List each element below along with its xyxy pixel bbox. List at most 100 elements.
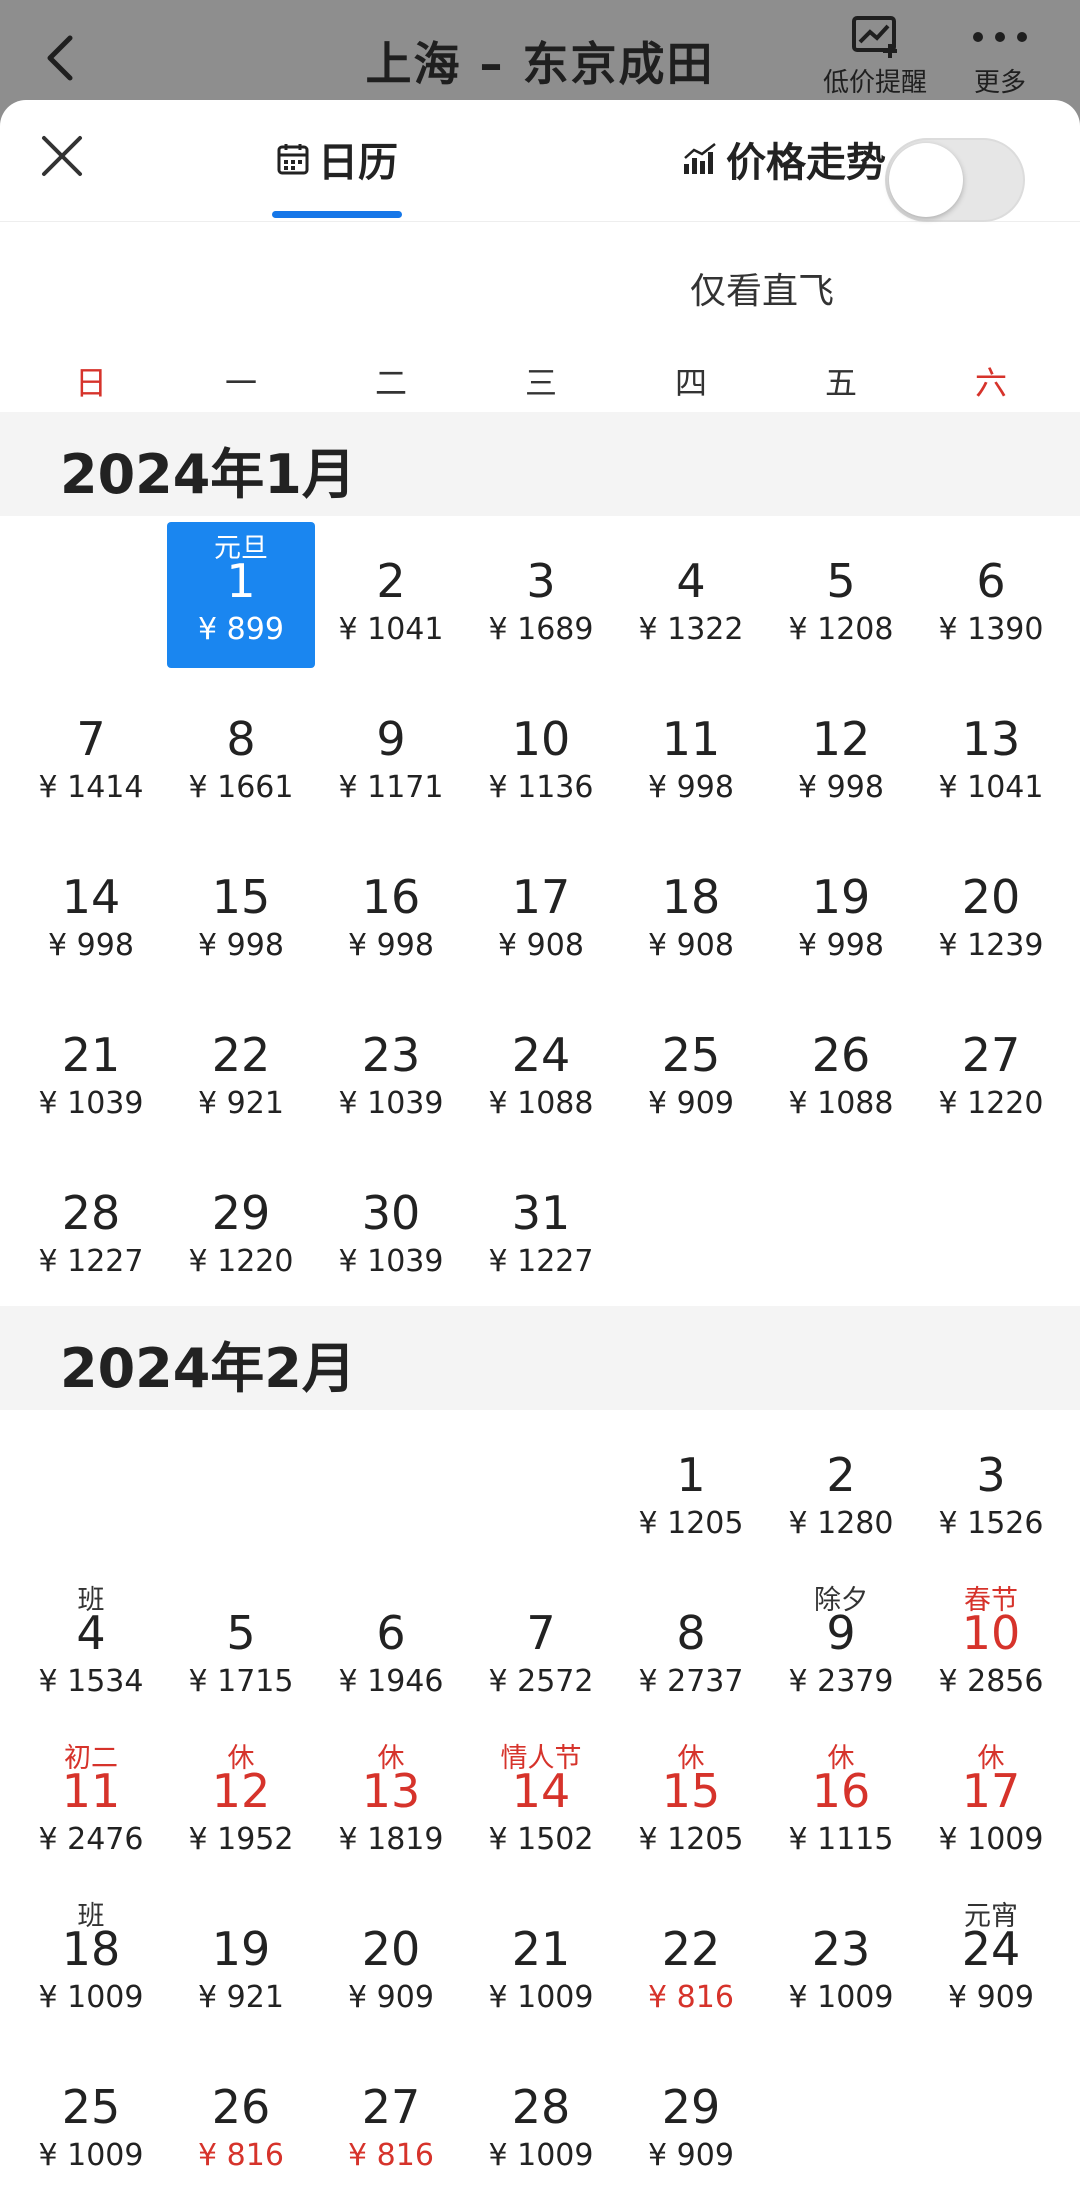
date-cell[interactable]: 休 16 ¥ 1115 [766, 1740, 916, 1857]
date-price: ¥ 909 [348, 1980, 434, 2015]
date-cell[interactable]: 10 ¥ 1136 [466, 688, 616, 805]
weekday-2: 二 [374, 364, 407, 402]
date-price: ¥ 998 [348, 928, 434, 963]
tab-calendar[interactable]: 日历 [276, 130, 398, 188]
date-cell[interactable]: 2 ¥ 1280 [766, 1424, 916, 1541]
date-cell[interactable]: 元宵 24 ¥ 909 [916, 1898, 1066, 2015]
date-cell[interactable]: 29 ¥ 1220 [166, 1162, 316, 1279]
weekday-4: 四 [674, 364, 707, 402]
date-cell[interactable]: 7 ¥ 1414 [16, 688, 166, 805]
date-price: ¥ 1039 [38, 1086, 144, 1121]
date-price: ¥ 1946 [338, 1664, 444, 1699]
date-number: 2 [376, 554, 406, 608]
date-cell[interactable]: 29 ¥ 909 [616, 2056, 766, 2173]
date-cell[interactable]: 30 ¥ 1039 [316, 1162, 466, 1279]
date-cell[interactable]: 27 ¥ 816 [316, 2056, 466, 2173]
date-cell[interactable]: 15 ¥ 998 [166, 846, 316, 963]
close-icon[interactable] [38, 132, 86, 180]
date-cell[interactable]: 2 ¥ 1041 [316, 530, 466, 647]
date-cell[interactable]: 21 ¥ 1009 [466, 1898, 616, 2015]
date-cell[interactable]: 3 ¥ 1526 [916, 1424, 1066, 1541]
date-number: 12 [211, 1764, 271, 1818]
more-button[interactable]: 更多 [960, 12, 1040, 99]
date-cell[interactable]: 20 ¥ 909 [316, 1898, 466, 2015]
date-cell[interactable]: 初二 11 ¥ 2476 [16, 1740, 166, 1857]
date-number: 11 [661, 712, 721, 766]
date-cell[interactable]: 16 ¥ 998 [316, 846, 466, 963]
date-number: 14 [511, 1764, 571, 1818]
date-cell[interactable]: 25 ¥ 909 [616, 1004, 766, 1121]
date-price: ¥ 1280 [788, 1506, 894, 1541]
low-price-alert-button[interactable]: 低价提醒 [815, 12, 935, 99]
date-cell[interactable]: 31 ¥ 1227 [466, 1162, 616, 1279]
date-number: 16 [811, 1764, 871, 1818]
date-cell[interactable]: 22 ¥ 921 [166, 1004, 316, 1121]
date-cell[interactable]: 情人节 14 ¥ 1502 [466, 1740, 616, 1857]
date-cell[interactable]: 休 17 ¥ 1009 [916, 1740, 1066, 1857]
date-cell[interactable]: 27 ¥ 1220 [916, 1004, 1066, 1121]
date-cell[interactable]: 除夕 9 ¥ 2379 [766, 1582, 916, 1699]
date-price: ¥ 921 [198, 1086, 284, 1121]
date-price: ¥ 1009 [38, 1980, 144, 2015]
date-cell[interactable]: 14 ¥ 998 [16, 846, 166, 963]
date-cell[interactable]: 22 ¥ 816 [616, 1898, 766, 2015]
date-cell[interactable]: 12 ¥ 998 [766, 688, 916, 805]
date-cell[interactable]: 20 ¥ 1239 [916, 846, 1066, 963]
date-price: ¥ 998 [648, 770, 734, 805]
date-cell[interactable]: 6 ¥ 1390 [916, 530, 1066, 647]
date-cell[interactable]: 元旦 1 ¥ 899 [166, 522, 316, 668]
date-cell[interactable]: 24 ¥ 1088 [466, 1004, 616, 1121]
date-price: ¥ 1009 [488, 1980, 594, 2015]
date-cell[interactable]: 3 ¥ 1689 [466, 530, 616, 647]
date-cell[interactable]: 休 15 ¥ 1205 [616, 1740, 766, 1857]
date-cell[interactable]: 28 ¥ 1227 [16, 1162, 166, 1279]
date-cell[interactable]: 1 ¥ 1205 [616, 1424, 766, 1541]
date-cell[interactable]: 班 18 ¥ 1009 [16, 1898, 166, 2015]
date-number: 3 [526, 554, 556, 608]
date-price: ¥ 1220 [938, 1086, 1044, 1121]
date-number: 10 [511, 712, 571, 766]
date-number: 20 [961, 870, 1021, 924]
date-number: 25 [661, 1028, 721, 1082]
date-number: 3 [976, 1448, 1006, 1502]
date-cell[interactable]: 7 ¥ 2572 [466, 1582, 616, 1699]
date-cell[interactable]: 18 ¥ 908 [616, 846, 766, 963]
date-cell[interactable]: 17 ¥ 908 [466, 846, 616, 963]
date-cell[interactable]: 13 ¥ 1041 [916, 688, 1066, 805]
tab-price-trend[interactable]: 价格走势 [682, 130, 886, 188]
weekday-0: 日 [74, 364, 107, 402]
calendar-sheet: 日历 价格走势 仅看直飞 日一二三四五六 2024年1月 元旦 1 ¥ 899 2 ¥ 1… [0, 100, 1080, 2211]
date-cell[interactable]: 休 12 ¥ 1952 [166, 1740, 316, 1857]
date-number: 14 [61, 870, 121, 924]
date-cell[interactable]: 8 ¥ 2737 [616, 1582, 766, 1699]
date-cell[interactable]: 23 ¥ 1039 [316, 1004, 466, 1121]
date-cell[interactable]: 5 ¥ 1208 [766, 530, 916, 647]
direct-only-label: 仅看直飞 [690, 271, 835, 312]
date-cell[interactable]: 19 ¥ 921 [166, 1898, 316, 2015]
date-cell[interactable]: 19 ¥ 998 [766, 846, 916, 963]
date-cell[interactable]: 25 ¥ 1009 [16, 2056, 166, 2173]
date-cell[interactable]: 21 ¥ 1039 [16, 1004, 166, 1121]
date-cell[interactable]: 26 ¥ 1088 [766, 1004, 916, 1121]
date-number: 4 [76, 1606, 106, 1660]
date-number: 6 [376, 1606, 406, 1660]
month-title: 2024年2月 [60, 1337, 356, 1400]
date-cell[interactable]: 11 ¥ 998 [616, 688, 766, 805]
date-number: 23 [361, 1028, 421, 1082]
date-cell[interactable]: 26 ¥ 816 [166, 2056, 316, 2173]
date-number: 15 [661, 1764, 721, 1818]
date-price: ¥ 1088 [788, 1086, 894, 1121]
date-number: 17 [961, 1764, 1021, 1818]
date-cell[interactable]: 春节 10 ¥ 2856 [916, 1582, 1066, 1699]
date-number: 22 [661, 1922, 721, 1976]
date-cell[interactable]: 班 4 ¥ 1534 [16, 1582, 166, 1699]
date-cell[interactable]: 休 13 ¥ 1819 [316, 1740, 466, 1857]
date-cell[interactable]: 5 ¥ 1715 [166, 1582, 316, 1699]
date-price: ¥ 899 [198, 612, 284, 647]
date-cell[interactable]: 9 ¥ 1171 [316, 688, 466, 805]
date-cell[interactable]: 6 ¥ 1946 [316, 1582, 466, 1699]
date-cell[interactable]: 8 ¥ 1661 [166, 688, 316, 805]
date-cell[interactable]: 4 ¥ 1322 [616, 530, 766, 647]
date-cell[interactable]: 23 ¥ 1009 [766, 1898, 916, 2015]
date-cell[interactable]: 28 ¥ 1009 [466, 2056, 616, 2173]
